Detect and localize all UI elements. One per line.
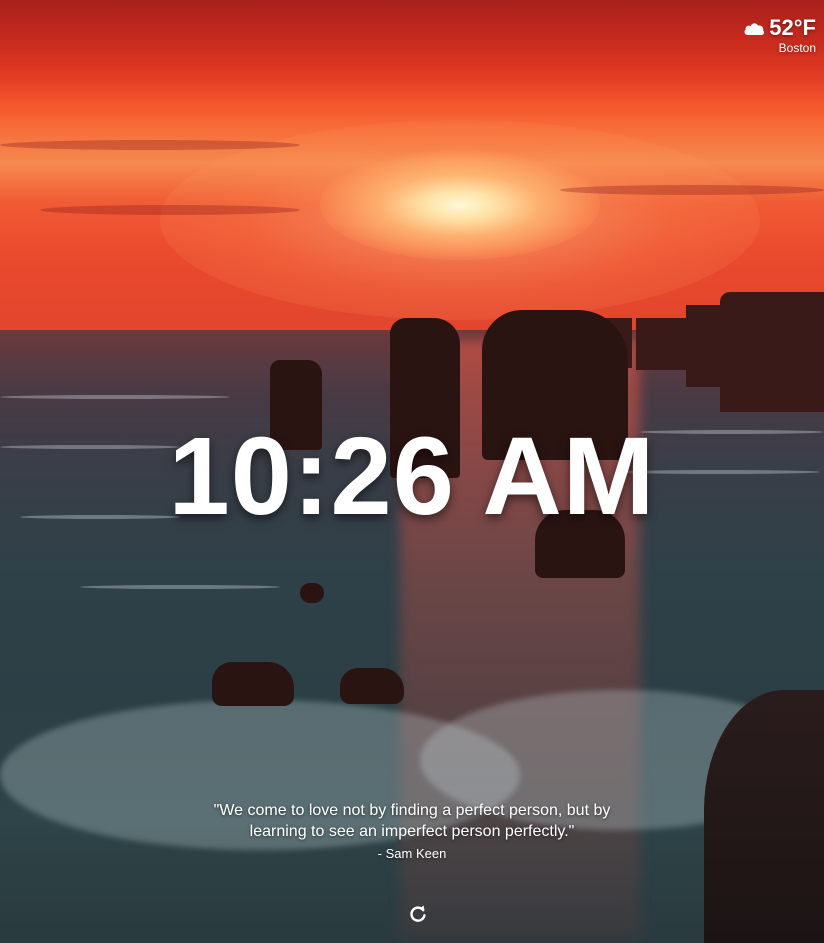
quote-author: - Sam Keen: [377, 846, 447, 861]
cloud-band: [0, 140, 300, 150]
rock: [212, 662, 294, 706]
refresh-button[interactable]: [408, 904, 428, 924]
weather-temperature: 52°F: [769, 15, 816, 40]
clock-time: 10:26 AM: [168, 415, 656, 538]
weather-row: 52°F: [743, 16, 816, 40]
refresh-icon: [410, 905, 426, 922]
cloud-band: [40, 205, 300, 215]
wave: [0, 395, 230, 399]
weather-city: Boston: [778, 41, 816, 55]
cloud-icon: [743, 20, 765, 36]
quote: "We come to love not by finding a perfec…: [200, 800, 624, 862]
cliff: [636, 318, 692, 370]
new-tab-page: 52°F Boston 10:26 AM "We come to love no…: [0, 0, 824, 943]
sun: [320, 150, 600, 260]
cloud-band: [560, 185, 824, 195]
weather-widget[interactable]: 52°F Boston: [743, 16, 816, 55]
wave: [80, 585, 280, 589]
cliff: [686, 305, 730, 387]
cliff: [720, 292, 824, 412]
quote-text: "We come to love not by finding a perfec…: [213, 802, 611, 840]
rock: [300, 583, 324, 603]
rock: [340, 668, 404, 704]
